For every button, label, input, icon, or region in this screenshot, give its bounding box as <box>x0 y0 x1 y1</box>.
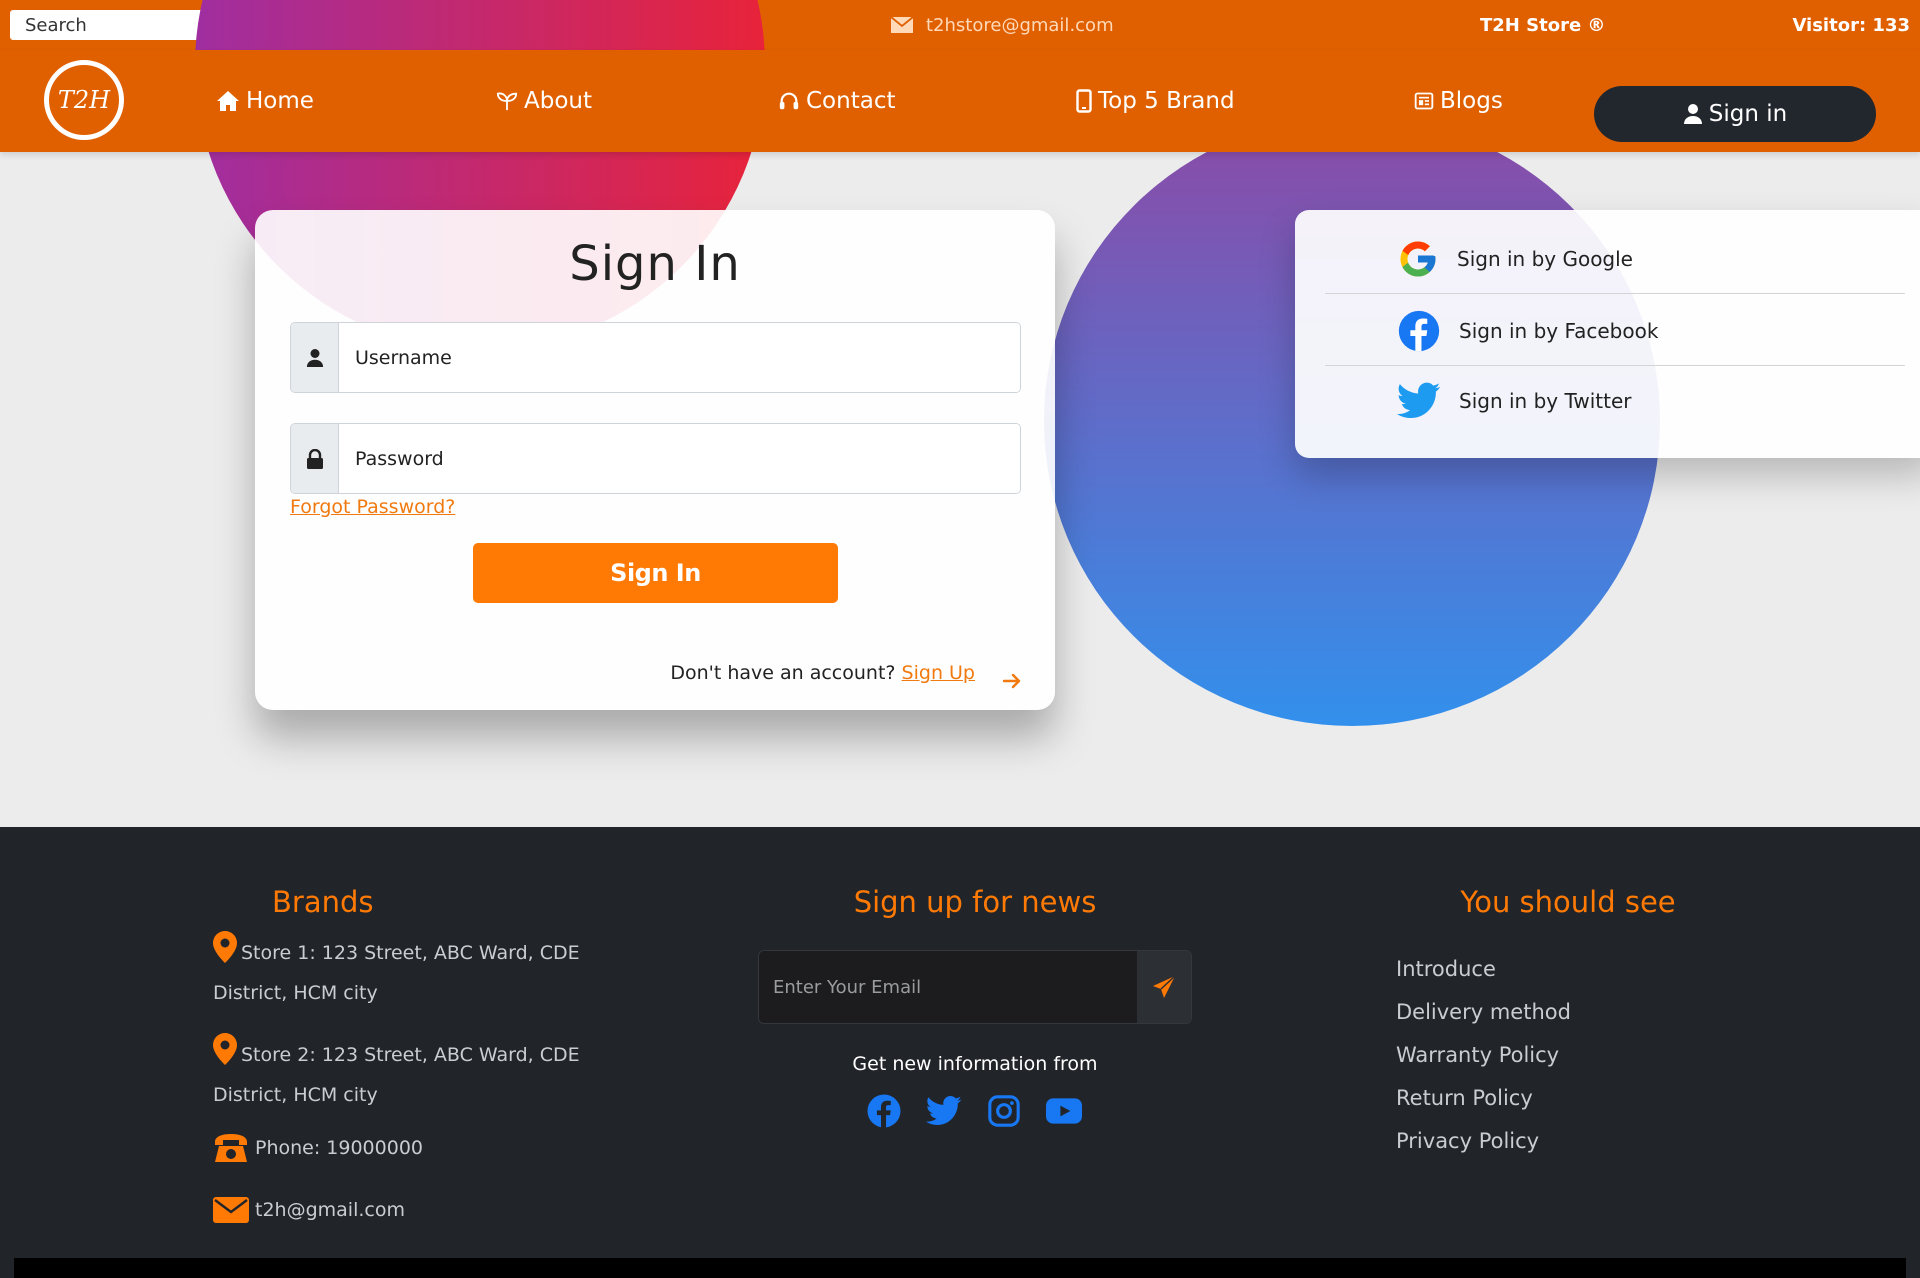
footer-store-1: Store 1: 123 Street, ABC Ward, CDE Distr… <box>213 931 643 1013</box>
nav-blogs[interactable]: Blogs <box>1414 50 1503 152</box>
signin-card: Sign In Forgot Password? Sign In Don't h… <box>255 210 1055 710</box>
store-name: T2H Store ® <box>1480 14 1606 36</box>
footer-link-delivery[interactable]: Delivery method <box>1396 1000 1571 1043</box>
nav-blogs-label: Blogs <box>1440 88 1503 114</box>
nav-signin-button[interactable]: Sign in <box>1594 86 1876 142</box>
username-field-icon <box>291 323 339 392</box>
footer-store-1-text: Store 1: 123 Street, ABC Ward, CDE Distr… <box>213 942 580 1004</box>
social-signin-card: Sign in by Google Sign in by Facebook Si… <box>1295 210 1920 458</box>
sprout-icon <box>496 92 518 111</box>
get-info-text: Get new information from <box>852 1053 1098 1075</box>
footer-link-introduce[interactable]: Introduce <box>1396 957 1571 1000</box>
no-account-text: Don't have an account? Sign Up <box>670 662 975 684</box>
username-field <box>290 322 1021 393</box>
envelope-icon <box>213 1197 249 1223</box>
footer-brands-heading: Brands <box>272 885 374 919</box>
youtube-icon <box>1046 1098 1082 1124</box>
user-icon <box>1683 104 1702 124</box>
twitter-icon <box>1397 382 1441 419</box>
twitter-icon <box>926 1096 962 1125</box>
google-icon <box>1400 241 1436 276</box>
signin-google-button[interactable]: Sign in by Google <box>1325 224 1905 294</box>
footer-instagram-link[interactable] <box>986 1093 1022 1129</box>
nav-top-brand[interactable]: Top 5 Brand <box>1076 50 1235 152</box>
signin-google-label: Sign in by Google <box>1457 246 1633 271</box>
instagram-icon <box>988 1095 1020 1127</box>
footer-facebook-link[interactable] <box>866 1093 902 1129</box>
arrow-right-icon[interactable] <box>1002 672 1022 690</box>
footer-news-heading: Sign up for news <box>853 885 1097 919</box>
footer-links: Introduce Delivery method Warranty Polic… <box>1396 957 1571 1172</box>
footer-see-heading: You should see <box>1460 885 1676 919</box>
logo-text: T2H <box>57 86 111 114</box>
newsletter-send-button[interactable] <box>1137 951 1191 1023</box>
user-icon <box>306 348 323 367</box>
footer-link-privacy[interactable]: Privacy Policy <box>1396 1129 1571 1172</box>
username-input[interactable] <box>339 323 1020 392</box>
footer-phone-text: Phone: 19000000 <box>255 1137 424 1159</box>
visitor-count: Visitor: 133 <box>1792 14 1910 36</box>
nav-top-brand-label: Top 5 Brand <box>1098 88 1235 114</box>
signin-submit-button[interactable]: Sign In <box>473 543 838 603</box>
facebook-icon <box>1398 310 1440 351</box>
footer-phone: Phone: 19000000 <box>213 1132 423 1164</box>
location-pin-icon <box>213 931 237 963</box>
footer-social-icons <box>866 1093 1082 1129</box>
forgot-password-link[interactable]: Forgot Password? <box>290 496 455 518</box>
mobile-phone-icon <box>1076 89 1092 113</box>
lock-icon <box>306 448 323 469</box>
password-input[interactable] <box>339 424 1020 493</box>
nav-about-label: About <box>524 88 593 114</box>
newsletter-email-input[interactable] <box>759 951 1137 1023</box>
newspaper-icon <box>1414 92 1434 110</box>
footer-store-2: Store 2: 123 Street, ABC Ward, CDE Distr… <box>213 1033 643 1115</box>
footer-email: t2h@gmail.com <box>213 1197 405 1223</box>
top-email: t2hstore@gmail.com <box>890 0 1114 50</box>
password-field <box>290 423 1021 494</box>
footer: Brands Store 1: 123 Street, ABC Ward, CD… <box>0 827 1920 1278</box>
signin-title: Sign In <box>569 236 741 292</box>
nav-contact-label: Contact <box>806 88 896 114</box>
nav-about[interactable]: About <box>496 50 592 152</box>
nav-home[interactable]: Home <box>216 50 314 152</box>
mail-icon <box>890 16 914 33</box>
signin-twitter-label: Sign in by Twitter <box>1459 389 1632 413</box>
footer-twitter-link[interactable] <box>926 1093 962 1129</box>
signin-twitter-button[interactable]: Sign in by Twitter <box>1325 366 1905 436</box>
search-input[interactable] <box>11 11 227 39</box>
newsletter-form <box>758 950 1192 1024</box>
footer-link-return[interactable]: Return Policy <box>1396 1086 1571 1129</box>
signin-facebook-label: Sign in by Facebook <box>1459 318 1659 343</box>
footer-link-warranty[interactable]: Warranty Policy <box>1396 1043 1571 1086</box>
paper-plane-icon <box>1153 975 1176 998</box>
footer-bottom-bar <box>14 1258 1906 1278</box>
footer-store-2-text: Store 2: 123 Street, ABC Ward, CDE Distr… <box>213 1044 580 1106</box>
signin-facebook-button[interactable]: Sign in by Facebook <box>1325 296 1905 366</box>
top-email-text: t2hstore@gmail.com <box>926 14 1114 36</box>
nav-contact[interactable]: Contact <box>778 50 895 152</box>
facebook-icon <box>867 1094 901 1128</box>
logo[interactable]: T2H <box>44 60 124 140</box>
nav-signin-label: Sign in <box>1708 101 1788 127</box>
location-pin-icon <box>213 1033 237 1065</box>
no-account-label: Don't have an account? <box>670 662 896 684</box>
headset-icon <box>779 92 799 110</box>
signup-link[interactable]: Sign Up <box>902 662 975 684</box>
home-icon <box>217 91 239 111</box>
telephone-icon <box>215 1134 247 1162</box>
nav-home-label: Home <box>246 88 314 114</box>
footer-youtube-link[interactable] <box>1046 1093 1082 1129</box>
password-field-icon <box>291 424 339 493</box>
main-nav: T2H Home About Contact Top 5 Brand Blogs… <box>0 50 1920 152</box>
footer-email-text: t2h@gmail.com <box>255 1199 405 1221</box>
